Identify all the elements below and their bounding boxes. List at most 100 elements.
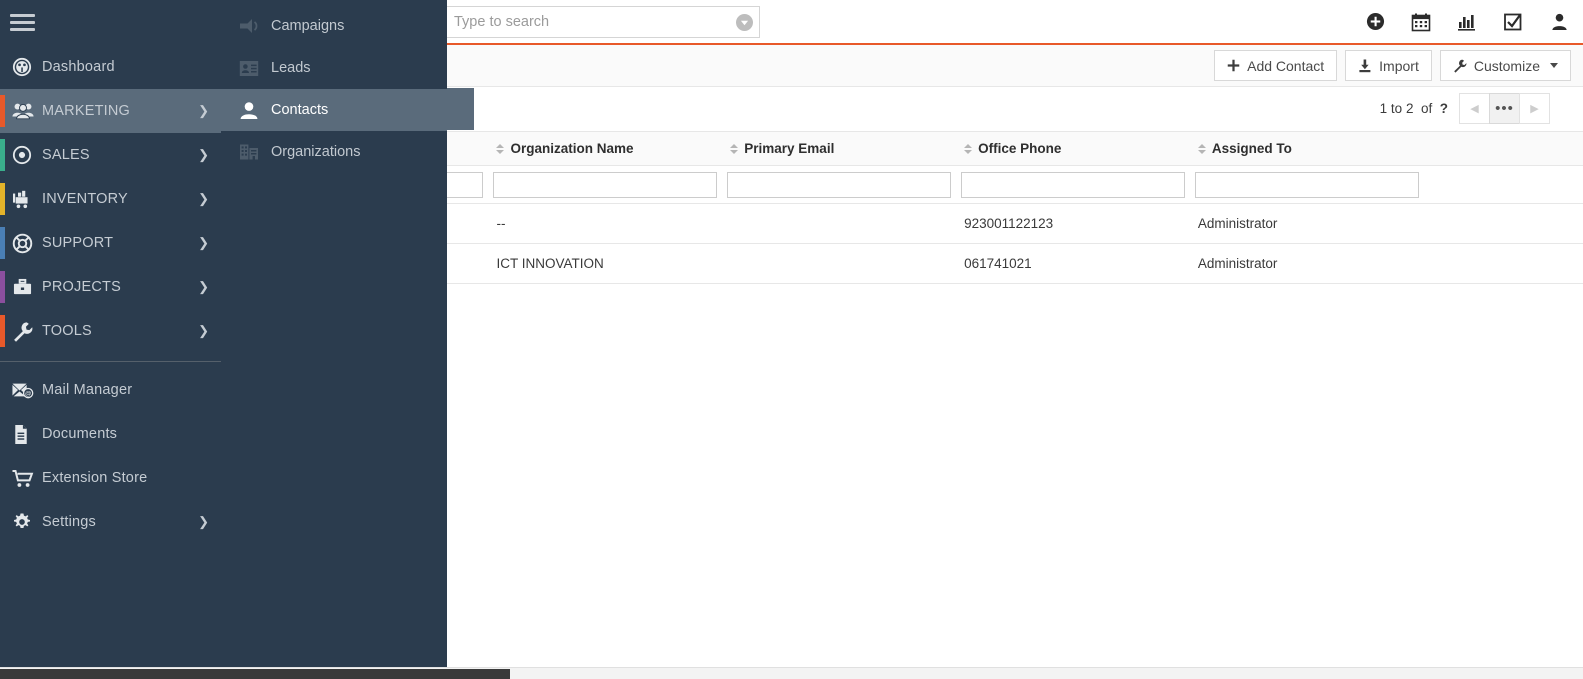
submenu-item-leads[interactable]: Leads <box>221 47 447 89</box>
sidebar-item-label: SALES <box>42 147 90 163</box>
pagination-summary: 1 to 2 of ? <box>1380 101 1448 116</box>
filter-input-assigned-to[interactable] <box>1195 172 1419 198</box>
cell-organization-name: -- <box>488 204 722 244</box>
chevron-down-icon <box>1550 63 1558 68</box>
sidebar-divider <box>0 361 221 362</box>
chevron-down-circle-icon <box>736 14 753 31</box>
sidebar-item-support[interactable]: SUPPORT ❯ <box>0 221 221 265</box>
sort-icon <box>730 144 738 154</box>
cell-primary-email <box>722 244 956 284</box>
filter-cell-office-phone[interactable] <box>956 166 1190 204</box>
sidebar-item-sales[interactable]: SALES ❯ <box>0 133 221 177</box>
horizontal-scrollbar-thumb[interactable] <box>0 669 510 679</box>
chevron-right-icon: ❯ <box>198 279 209 295</box>
crm-window: Add Contact Import <box>0 0 1583 679</box>
pagination-total: ? <box>1440 101 1448 116</box>
import-button[interactable]: Import <box>1345 50 1432 81</box>
filter-input-office-phone[interactable] <box>961 172 1185 198</box>
analytics-icon[interactable] <box>1455 8 1479 36</box>
filter-input-organization-name[interactable] <box>493 172 717 198</box>
sidebar-item-label: Documents <box>42 426 117 442</box>
mail-envelope-at-icon: @ <box>12 381 42 399</box>
column-label: Primary Email <box>744 141 834 156</box>
column-header-office-phone[interactable]: Office Phone <box>956 132 1190 166</box>
add-contact-label: Add Contact <box>1247 58 1324 74</box>
sidebar-item-label: Settings <box>42 514 96 530</box>
sidebar-item-label: TOOLS <box>42 323 92 339</box>
filter-cell-assigned-to[interactable] <box>1190 166 1424 204</box>
filter-cell-primary-email[interactable] <box>722 166 956 204</box>
submenu-active-highlight-extension <box>447 88 474 130</box>
pagination-prev-button[interactable]: ◀ <box>1459 93 1490 124</box>
column-label: Assigned To <box>1212 141 1292 156</box>
user-account-icon[interactable] <box>1547 8 1571 36</box>
submenu-item-contacts[interactable]: Contacts <box>221 89 447 131</box>
chevron-right-icon: ❯ <box>198 103 209 119</box>
sidebar-item-tools[interactable]: TOOLS ❯ <box>0 309 221 353</box>
sidebar-item-settings[interactable]: Settings ❯ <box>0 500 221 544</box>
chevron-right-icon: ❯ <box>198 235 209 251</box>
sidebar-item-label: Extension Store <box>42 470 147 486</box>
pagination-next-button[interactable]: ▶ <box>1519 93 1550 124</box>
inventory-cart-icon <box>12 189 42 209</box>
column-label: Organization Name <box>510 141 633 156</box>
search-input[interactable] <box>444 7 729 37</box>
horizontal-scrollbar[interactable] <box>0 667 1583 679</box>
sidebar-item-dashboard[interactable]: Dashboard <box>0 45 221 89</box>
submenu-item-label: Leads <box>271 60 311 76</box>
add-contact-button[interactable]: Add Contact <box>1214 50 1337 81</box>
chevron-right-icon: ▶ <box>1530 102 1538 115</box>
cell-organization-name[interactable]: ICT INNOVATION <box>488 244 722 284</box>
documents-file-icon <box>12 424 42 445</box>
sidebar-item-extension-store[interactable]: Extension Store <box>0 456 221 500</box>
global-search[interactable] <box>443 6 760 38</box>
calendar-icon[interactable] <box>1409 8 1433 36</box>
submenu-item-campaigns[interactable]: Campaigns <box>221 5 447 47</box>
filter-cell-organization-name[interactable] <box>488 166 722 204</box>
settings-gear-icon <box>12 512 42 532</box>
search-dropdown-toggle[interactable] <box>729 7 759 37</box>
hamburger-menu-icon[interactable] <box>0 0 221 45</box>
submenu-item-label: Organizations <box>271 144 360 160</box>
cell-office-phone: 061741021 <box>956 244 1190 284</box>
sidebar-item-mail-manager[interactable]: @ Mail Manager <box>0 368 221 412</box>
submenu-item-organizations[interactable]: Organizations <box>221 131 447 173</box>
cell-assigned-to: Administrator <box>1190 244 1424 284</box>
todo-icon[interactable] <box>1501 8 1525 36</box>
quick-create-icon[interactable] <box>1363 8 1387 36</box>
accent-bar-support <box>0 227 5 259</box>
marketing-people-icon <box>12 101 42 121</box>
sidebar-item-projects[interactable]: PROJECTS ❯ <box>0 265 221 309</box>
chevron-left-icon: ◀ <box>1470 102 1478 115</box>
marketing-submenu: Campaigns Leads <box>221 0 447 672</box>
sidebar-item-label: Mail Manager <box>42 382 132 398</box>
leads-idcard-icon <box>239 60 271 77</box>
import-label: Import <box>1379 58 1419 74</box>
accent-bar-projects <box>0 271 5 303</box>
sidebar-item-documents[interactable]: Documents <box>0 412 221 456</box>
svg-text:@: @ <box>25 391 32 398</box>
extension-store-cart-icon <box>12 469 42 488</box>
dashboard-gauge-icon <box>12 57 42 77</box>
sidebar-item-inventory[interactable]: INVENTORY ❯ <box>0 177 221 221</box>
column-header-primary-email[interactable]: Primary Email <box>722 132 956 166</box>
filter-cell-extra <box>1424 166 1583 204</box>
action-buttons: Add Contact Import <box>1206 50 1571 81</box>
sidebar-item-label: SUPPORT <box>42 235 113 251</box>
import-download-icon <box>1358 59 1372 73</box>
column-label: Office Phone <box>978 141 1061 156</box>
pagination-current-button[interactable]: ••• <box>1489 93 1520 124</box>
customize-label: Customize <box>1474 58 1540 74</box>
filter-input-primary-email[interactable] <box>727 172 951 198</box>
customize-button[interactable]: Customize <box>1440 50 1571 81</box>
sidebar-item-label: MARKETING <box>42 103 130 119</box>
wrench-icon <box>1453 59 1467 73</box>
plus-icon <box>1227 59 1240 72</box>
column-header-organization-name[interactable]: Organization Name <box>488 132 722 166</box>
sort-icon <box>496 144 504 154</box>
sales-target-icon <box>12 145 42 165</box>
sidebar-item-marketing[interactable]: MARKETING ❯ <box>0 89 221 133</box>
accent-bar-sales <box>0 139 5 171</box>
accent-bar-inventory <box>0 183 5 215</box>
column-header-assigned-to[interactable]: Assigned To <box>1190 132 1424 166</box>
